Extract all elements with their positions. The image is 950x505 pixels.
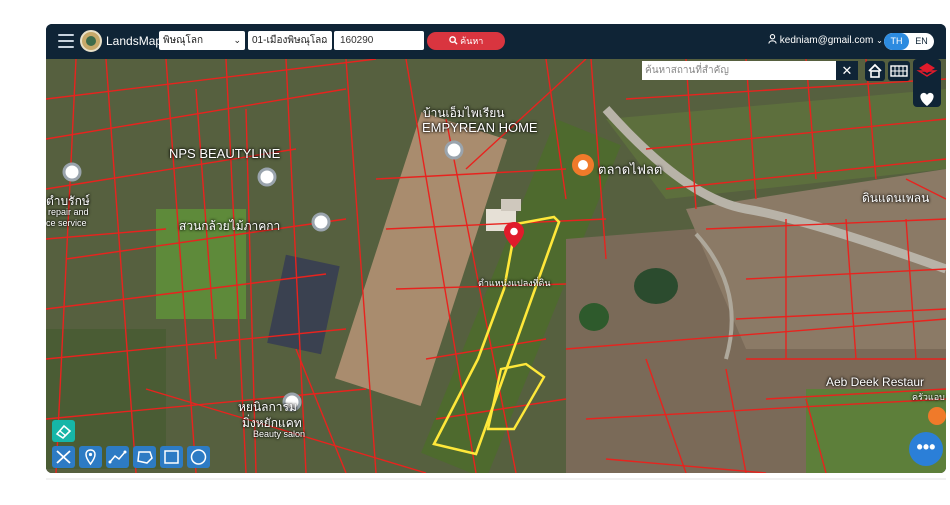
district-select[interactable]: 01-เมืองพิษณุโลก ⌄ <box>248 31 332 50</box>
pin-tool[interactable] <box>79 446 102 468</box>
map-label: ตำแหน่งแปลงที่ดิน <box>478 278 551 288</box>
polyline-tool[interactable] <box>106 446 129 468</box>
map-label: ครัวแอบ <box>912 392 945 402</box>
search-button-label: ค้นหา <box>460 36 484 46</box>
province-select-value: พิษณุโลก <box>163 35 204 46</box>
district-select-value: 01-เมืองพิษณุโลก <box>252 35 328 46</box>
place-search-input[interactable]: ค้นหาสถานที่สำคัญ <box>642 61 858 80</box>
rectangle-tool[interactable] <box>160 446 183 468</box>
language-toggle: TH EN <box>884 33 934 50</box>
parcel-number-input[interactable]: 160290 <box>334 31 424 50</box>
divider <box>46 478 946 480</box>
province-select[interactable]: พิษณุโลก ⌄ <box>159 31 245 50</box>
search-button[interactable]: ค้นหา <box>427 32 505 50</box>
chevron-down-icon: ⌄ <box>876 36 883 45</box>
landsmaps-app: LandsMaps พิษณุโลก ⌄ 01-เมืองพิษณุโลก ⌄ … <box>46 24 946 473</box>
polygon-icon <box>137 451 153 464</box>
circle-icon <box>190 449 207 465</box>
grid-icon <box>890 65 908 77</box>
measure-tool[interactable] <box>52 446 75 468</box>
map-label: ce service <box>46 218 87 228</box>
user-email: kedniam@gmail.com <box>779 35 874 46</box>
side-panel <box>913 59 941 107</box>
rectangle-icon <box>164 450 179 464</box>
map-pin-icon <box>85 449 96 466</box>
chevron-down-icon: ⌄ <box>320 35 328 45</box>
home-icon <box>868 63 882 78</box>
logo <box>80 30 102 52</box>
map-label: สวนกล้วยไม้ภาคกา <box>179 219 281 233</box>
grid-button[interactable] <box>888 61 910 81</box>
layers-icon[interactable] <box>913 59 941 83</box>
lang-en-button[interactable]: EN <box>909 33 934 50</box>
map-label: repair and <box>48 207 89 217</box>
polygon-tool[interactable] <box>133 446 156 468</box>
more-options-button[interactable]: ••• <box>909 432 943 466</box>
user-icon <box>768 34 777 44</box>
map-label: NPS BEAUTYLINE <box>169 146 281 161</box>
map-label: Beauty salon <box>253 429 306 439</box>
map-label: ตลาดไฟลต <box>598 162 663 177</box>
menu-icon[interactable] <box>58 34 74 48</box>
close-icon[interactable]: ✕ <box>836 61 858 80</box>
top-bar: LandsMaps พิษณุโลก ⌄ 01-เมืองพิษณุโลก ⌄ … <box>46 24 946 59</box>
eraser-button[interactable] <box>52 420 75 442</box>
chevron-down-icon: ⌄ <box>233 35 241 45</box>
heart-icon[interactable] <box>913 88 941 110</box>
eraser-icon <box>55 424 72 440</box>
map-label: Aeb Deek Restaur <box>826 375 925 389</box>
circle-tool[interactable] <box>187 446 210 468</box>
search-icon <box>448 36 458 45</box>
user-menu[interactable]: kedniam@gmail.com ⌄ <box>768 34 883 46</box>
polyline-icon <box>108 450 127 464</box>
map-label: EMPYREAN HOME <box>422 120 538 135</box>
ruler-icon <box>56 450 71 464</box>
lang-th-button[interactable]: TH <box>884 33 909 50</box>
home-button[interactable] <box>865 61 885 81</box>
map-label: ดินแดนเพลน <box>862 191 930 205</box>
map-view[interactable]: บ้านเอ็มไพเรียน EMPYREAN HOME NPS BEAUTY… <box>46 59 946 473</box>
map-pin-icon[interactable] <box>504 222 524 248</box>
